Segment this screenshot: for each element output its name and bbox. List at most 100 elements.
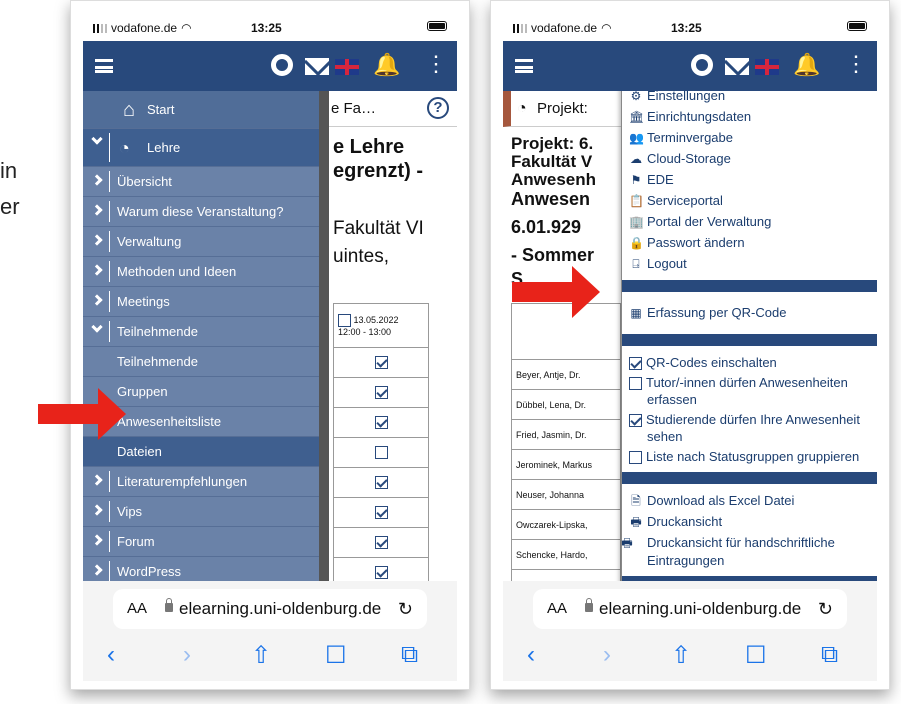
hamburger-icon[interactable] — [95, 59, 113, 73]
submenu-item-teilnehmende[interactable]: Teilnehmende — [83, 347, 319, 377]
safari-bottom-bar: AA elearning.uni-oldenburg.de ↻ ‹ › ⇧ ☐ ⧉ — [83, 581, 457, 681]
text-size-button[interactable]: AA — [127, 589, 147, 629]
menu-link-excel[interactable]: 🗎 Download als Excel Datei — [622, 490, 877, 511]
share-icon[interactable]: ⇧ — [251, 641, 271, 670]
option-qr-codes[interactable]: QR-Codes einschalten — [622, 352, 877, 372]
select-column-checkbox[interactable] — [338, 314, 351, 327]
more-icon[interactable]: ⋮ — [845, 52, 867, 76]
mail-icon[interactable] — [305, 58, 329, 75]
signal-icon — [513, 24, 529, 34]
bell-icon[interactable]: 🔔 — [373, 53, 400, 77]
text-size-button[interactable]: AA — [547, 589, 567, 629]
menu-link-serviceportal[interactable]: 📋 Serviceportal — [622, 190, 877, 211]
help-icon[interactable]: ? — [427, 97, 449, 119]
tabs-icon[interactable]: ⧉ — [821, 641, 838, 669]
option-studierende[interactable]: Studierende dürfen Ihre Anwesenheit sehe… — [622, 409, 877, 446]
lifebuoy-icon[interactable] — [271, 54, 293, 76]
participant-name: Schencke, Hardo, — [511, 539, 621, 570]
menu-link-cloud-storage[interactable]: ☁ Cloud-Storage — [622, 148, 877, 169]
more-icon[interactable]: ⋮ — [425, 52, 447, 76]
divider — [109, 561, 110, 581]
attendance-checkbox[interactable] — [374, 446, 388, 459]
menu-link-ede[interactable]: ⚑ EDE — [622, 169, 877, 190]
uk-flag-icon[interactable] — [755, 59, 779, 75]
menu-item-teilnehmende[interactable]: Teilnehmende — [83, 317, 319, 347]
address-bar[interactable]: AA elearning.uni-oldenburg.de ↻ — [113, 589, 427, 629]
menu-item-forum[interactable]: Forum — [83, 527, 319, 557]
participant-name: Dübbel, Lena, Dr. — [511, 389, 621, 420]
submenu-item-dateien[interactable]: Dateien — [83, 437, 319, 467]
project-icon: ◔ — [517, 100, 527, 117]
menu-item-literatur[interactable]: Literaturempfehlungen — [83, 467, 319, 497]
mail-icon[interactable] — [725, 58, 749, 75]
menu-item-uebersicht[interactable]: Übersicht — [83, 167, 319, 197]
menu-link-einrichtungsdaten[interactable]: 🏛 Einrichtungsdaten — [622, 106, 877, 127]
divider — [109, 171, 110, 192]
menu-item-vips[interactable]: Vips — [83, 497, 319, 527]
menu-item-meetings[interactable]: Meetings — [83, 287, 319, 317]
back-icon[interactable]: ‹ — [527, 641, 535, 669]
option-checkbox[interactable] — [629, 357, 642, 371]
menu-link-terminvergabe[interactable]: 👥 Terminvergabe — [622, 127, 877, 148]
uk-flag-icon[interactable] — [335, 59, 359, 75]
menu-item-label: Forum — [117, 534, 155, 549]
tabs-icon[interactable]: ⧉ — [401, 641, 418, 669]
menu-item-methoden[interactable]: Methoden und Ideen — [83, 257, 319, 287]
option-checkbox[interactable] — [629, 451, 642, 465]
menu-link-druckansicht[interactable]: 🖶 Druckansicht — [622, 511, 877, 532]
print-icon: 🖶 — [630, 515, 642, 529]
bookmarks-icon[interactable]: ☐ — [745, 641, 767, 670]
hamburger-icon[interactable] — [515, 59, 533, 73]
bookmarks-icon[interactable]: ☐ — [325, 641, 347, 670]
reload-icon[interactable]: ↻ — [818, 589, 833, 629]
more-dropdown-menu: ⚙ Einstellungen 🏛 Einrichtungsdaten 👥 Termi… — [621, 91, 877, 581]
attendance-checkbox[interactable] — [374, 536, 388, 549]
chevron-right-icon — [91, 294, 103, 306]
address-bar[interactable]: AA elearning.uni-oldenburg.de ↻ — [533, 589, 847, 629]
home-icon: ⌂ — [123, 99, 136, 121]
divider — [109, 471, 110, 492]
menu-link-label: Download als Excel Datei — [647, 493, 795, 508]
menu-link-label: Druckansicht — [647, 514, 723, 529]
chevron-right-icon — [91, 264, 103, 276]
status-bar: vodafone.de ◠ 13:25 — [83, 13, 457, 41]
attendance-checkbox[interactable] — [374, 506, 388, 519]
attendance-checkbox[interactable] — [374, 416, 388, 429]
menu-link-druckansicht-hand[interactable]: 🖶 Druckansicht für handschriftliche Eintr… — [621, 532, 877, 570]
attendance-checkbox[interactable] — [374, 566, 388, 579]
share-icon[interactable]: ⇧ — [671, 641, 691, 670]
menu-item-wordpress[interactable]: WordPress — [83, 557, 319, 581]
bell-icon[interactable]: 🔔 — [793, 53, 820, 77]
menu-link-label: Erfassung per QR-Code — [647, 305, 787, 320]
menu-item-start[interactable]: ⌂ Start — [83, 91, 319, 129]
forward-icon[interactable]: › — [183, 641, 191, 669]
menu-link-einstellungen[interactable]: ⚙ Einstellungen — [622, 91, 877, 106]
cropped-text-line: er — [0, 194, 20, 219]
lifebuoy-icon[interactable] — [691, 54, 713, 76]
forward-icon[interactable]: › — [603, 641, 611, 669]
attendance-checkbox[interactable] — [374, 476, 388, 489]
option-tutoren[interactable]: Tutor/-innen dürfen Anwesenheiten erfass… — [622, 372, 877, 409]
option-checkbox[interactable] — [629, 414, 642, 428]
menu-link-portal-verwaltung[interactable]: 🏢 Portal der Verwaltung — [622, 211, 877, 232]
attendance-checkbox[interactable] — [374, 356, 388, 369]
attendance-table: 13.05.2022 12:00 - 13:00 — [333, 303, 429, 581]
participant-name: Jerominek, Markus — [511, 449, 621, 480]
carrier: vodafone.de ◠ — [513, 21, 612, 35]
option-statusgruppen[interactable]: Liste nach Statusgruppen gruppieren — [622, 446, 877, 466]
menu-item-verwaltung[interactable]: Verwaltung — [83, 227, 319, 257]
menu-item-lehre[interactable]: ◔ Lehre — [83, 129, 319, 167]
chevron-right-icon — [91, 234, 103, 246]
attendance-checkbox[interactable] — [374, 386, 388, 399]
back-icon[interactable]: ‹ — [107, 641, 115, 669]
option-checkbox[interactable] — [629, 377, 642, 391]
menu-item-warum[interactable]: Warum diese Veranstaltung? — [83, 197, 319, 227]
menu-link-label: Cloud-Storage — [647, 151, 731, 166]
option-label: Tutor/-innen dürfen Anwesenheiten erfass… — [646, 375, 848, 407]
menu-link-logout[interactable]: ⍈ Logout — [622, 253, 877, 274]
divider — [109, 291, 110, 312]
menu-link-passwort[interactable]: 🔒 Passwort ändern — [622, 232, 877, 253]
reload-icon[interactable]: ↻ — [398, 589, 413, 629]
menu-link-qr-code[interactable]: ▦ Erfassung per QR-Code — [622, 298, 877, 328]
lehre-icon: ◔ — [119, 138, 130, 158]
